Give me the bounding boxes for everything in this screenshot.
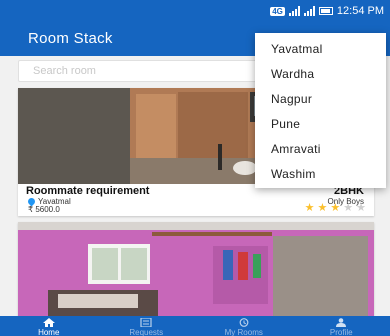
status-time: 12:54 PM (336, 5, 384, 17)
menu-item-city[interactable]: Nagpur (255, 87, 386, 112)
app-screen: 4G 12:54 PM Room Stack Roo (0, 0, 390, 336)
listing-price: ₹ 5600.0 (28, 205, 60, 214)
star-icon: ★ (356, 202, 366, 214)
nav-label-home: Home (38, 328, 60, 336)
menu-item-city[interactable]: Pune (255, 112, 386, 137)
nav-label-my-rooms: My Rooms (224, 328, 263, 336)
network-badge: 4G (270, 6, 285, 16)
list-icon (140, 318, 152, 327)
nav-label-profile: Profile (329, 328, 353, 336)
nav-label-requests: Requests (129, 328, 164, 336)
person-icon (336, 318, 347, 327)
menu-item-city[interactable]: Washim (255, 162, 386, 187)
signal-icon-2 (303, 6, 315, 16)
nav-item-requests[interactable]: Requests (98, 316, 196, 336)
battery-icon (318, 7, 333, 15)
bottom-nav: Home Requests My Rooms Profile (0, 316, 390, 336)
room-photo-image (18, 222, 374, 322)
history-icon (239, 318, 249, 327)
status-bar: 4G 12:54 PM (0, 0, 390, 22)
star-icon: ★ (330, 202, 341, 214)
home-icon (42, 318, 55, 327)
nav-item-profile[interactable]: Profile (293, 316, 390, 336)
room-photo (18, 222, 374, 322)
star-icon: ★ (317, 202, 328, 214)
room-card[interactable] (18, 222, 374, 322)
signal-icon (288, 6, 300, 16)
star-icon: ★ (343, 202, 354, 214)
star-icon: ★ (304, 202, 315, 214)
app-title: Room Stack (28, 30, 113, 47)
listing-info: Roommate requirement 2BHK Yavatmal Only … (18, 184, 374, 216)
listing-title: Roommate requirement (26, 185, 150, 197)
menu-item-city[interactable]: Yavatmal (255, 37, 386, 62)
nav-item-my-rooms[interactable]: My Rooms (195, 316, 293, 336)
menu-item-city[interactable]: Amravati (255, 137, 386, 162)
menu-item-city[interactable]: Wardha (255, 62, 386, 87)
rating-stars: ★ ★ ★ ★ ★ (305, 203, 366, 214)
city-menu: Yavatmal Wardha Nagpur Pune Amravati Was… (255, 33, 386, 188)
nav-item-home[interactable]: Home (0, 316, 98, 336)
